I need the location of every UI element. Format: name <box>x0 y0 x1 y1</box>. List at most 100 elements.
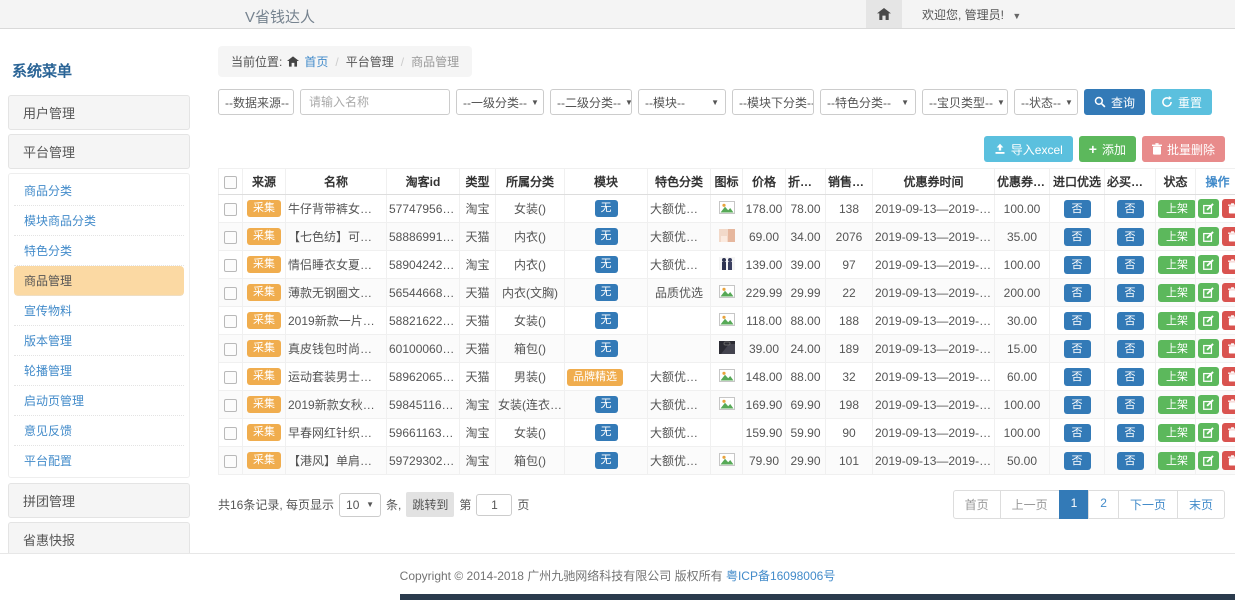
row-checkbox[interactable] <box>224 455 237 468</box>
sidebar-group[interactable]: 平台管理 <box>8 134 190 169</box>
status-button[interactable]: 上架 <box>1158 228 1196 246</box>
status-button[interactable]: 上架 <box>1158 452 1196 470</box>
level1-category-select[interactable]: --一级分类--▼ <box>456 89 544 115</box>
select-all-checkbox[interactable] <box>224 176 237 189</box>
import-select-toggle[interactable]: 否 <box>1064 228 1091 246</box>
status-button[interactable]: 上架 <box>1158 396 1196 414</box>
row-checkbox[interactable] <box>224 343 237 356</box>
page-button[interactable]: 2 <box>1088 490 1119 519</box>
jump-button[interactable]: 跳转到 <box>406 492 454 517</box>
data-source-select[interactable]: --数据来源--▼ <box>218 89 294 115</box>
import-select-toggle[interactable]: 否 <box>1064 200 1091 218</box>
page-button[interactable]: 1 <box>1059 490 1090 519</box>
reset-button[interactable]: 重置 <box>1151 89 1212 115</box>
import-select-toggle[interactable]: 否 <box>1064 452 1091 470</box>
must-buy-toggle[interactable]: 否 <box>1117 256 1144 274</box>
must-buy-toggle[interactable]: 否 <box>1117 340 1144 358</box>
import-select-toggle[interactable]: 否 <box>1064 312 1091 330</box>
row-checkbox[interactable] <box>224 203 237 216</box>
delete-button[interactable] <box>1222 395 1235 414</box>
search-button[interactable]: 查询 <box>1084 89 1145 115</box>
row-checkbox[interactable] <box>224 231 237 244</box>
import-select-toggle[interactable]: 否 <box>1064 256 1091 274</box>
item-type-select[interactable]: --宝贝类型--▼ <box>922 89 1008 115</box>
row-checkbox[interactable] <box>224 315 237 328</box>
breadcrumb-home-link[interactable]: 首页 <box>304 53 328 70</box>
page-button[interactable]: 上一页 <box>1000 490 1060 519</box>
edit-button[interactable] <box>1198 423 1219 442</box>
delete-button[interactable] <box>1222 199 1235 218</box>
sidebar-group[interactable]: 拼团管理 <box>8 483 190 518</box>
page-button[interactable]: 首页 <box>953 490 1001 519</box>
status-button[interactable]: 上架 <box>1158 424 1196 442</box>
edit-button[interactable] <box>1198 199 1219 218</box>
import-select-toggle[interactable]: 否 <box>1064 368 1091 386</box>
sidebar-subitem[interactable]: 模块商品分类 <box>14 206 184 236</box>
sidebar-subitem[interactable]: 版本管理 <box>14 326 184 356</box>
status-button[interactable]: 上架 <box>1158 284 1196 302</box>
module-subcategory-select[interactable]: --模块下分类--▼ <box>732 89 814 115</box>
sidebar-subitem[interactable]: 平台配置 <box>14 446 184 475</box>
delete-button[interactable] <box>1222 451 1235 470</box>
sidebar-subitem[interactable]: 启动页管理 <box>14 386 184 416</box>
status-button[interactable]: 上架 <box>1158 312 1196 330</box>
row-checkbox[interactable] <box>224 399 237 412</box>
page-size-select[interactable]: 10 ▼ <box>339 493 381 517</box>
jump-page-input[interactable] <box>476 494 512 516</box>
batch-delete-button[interactable]: 批量删除 <box>1142 136 1225 162</box>
delete-button[interactable] <box>1222 283 1235 302</box>
delete-button[interactable] <box>1222 311 1235 330</box>
sidebar-subitem[interactable]: 宣传物料 <box>14 296 184 326</box>
sidebar-subitem[interactable]: 商品管理 <box>14 266 184 296</box>
edit-button[interactable] <box>1198 367 1219 386</box>
delete-button[interactable] <box>1222 227 1235 246</box>
edit-button[interactable] <box>1198 451 1219 470</box>
page-button[interactable]: 末页 <box>1177 490 1225 519</box>
must-buy-toggle[interactable]: 否 <box>1117 284 1144 302</box>
sidebar-subitem[interactable]: 商品分类 <box>14 176 184 206</box>
sidebar-subitem[interactable]: 意见反馈 <box>14 416 184 446</box>
delete-button[interactable] <box>1222 423 1235 442</box>
import-select-toggle[interactable]: 否 <box>1064 340 1091 358</box>
edit-button[interactable] <box>1198 255 1219 274</box>
delete-button[interactable] <box>1222 255 1235 274</box>
sidebar-group[interactable]: 省惠快报 <box>8 522 190 557</box>
icp-link[interactable]: 粤ICP备16098006号 <box>726 569 835 583</box>
must-buy-toggle[interactable]: 否 <box>1117 452 1144 470</box>
delete-button[interactable] <box>1222 339 1235 358</box>
status-button[interactable]: 上架 <box>1158 256 1196 274</box>
import-select-toggle[interactable]: 否 <box>1064 424 1091 442</box>
page-button[interactable]: 下一页 <box>1118 490 1178 519</box>
status-button[interactable]: 上架 <box>1158 368 1196 386</box>
row-checkbox[interactable] <box>224 259 237 272</box>
edit-button[interactable] <box>1198 227 1219 246</box>
row-checkbox[interactable] <box>224 287 237 300</box>
delete-button[interactable] <box>1222 367 1235 386</box>
must-buy-toggle[interactable]: 否 <box>1117 396 1144 414</box>
edit-button[interactable] <box>1198 311 1219 330</box>
module-select[interactable]: --模块--▼ <box>638 89 726 115</box>
sidebar-subitem[interactable]: 特色分类 <box>14 236 184 266</box>
row-checkbox[interactable] <box>224 427 237 440</box>
import-select-toggle[interactable]: 否 <box>1064 396 1091 414</box>
edit-button[interactable] <box>1198 339 1219 358</box>
name-search-input[interactable] <box>300 89 450 115</box>
home-button[interactable] <box>866 0 902 28</box>
status-button[interactable]: 上架 <box>1158 200 1196 218</box>
must-buy-toggle[interactable]: 否 <box>1117 200 1144 218</box>
must-buy-toggle[interactable]: 否 <box>1117 228 1144 246</box>
must-buy-toggle[interactable]: 否 <box>1117 312 1144 330</box>
user-menu[interactable]: 欢迎您, 管理员! ▼ <box>922 6 1021 23</box>
add-button[interactable]: + 添加 <box>1079 136 1136 162</box>
breadcrumb-item[interactable]: 平台管理 <box>346 53 394 70</box>
import-select-toggle[interactable]: 否 <box>1064 284 1091 302</box>
level2-category-select[interactable]: --二级分类--▼ <box>550 89 632 115</box>
edit-button[interactable] <box>1198 283 1219 302</box>
row-checkbox[interactable] <box>224 371 237 384</box>
must-buy-toggle[interactable]: 否 <box>1117 368 1144 386</box>
status-select[interactable]: --状态--▼ <box>1014 89 1078 115</box>
sidebar-subitem[interactable]: 轮播管理 <box>14 356 184 386</box>
must-buy-toggle[interactable]: 否 <box>1117 424 1144 442</box>
status-button[interactable]: 上架 <box>1158 340 1196 358</box>
import-excel-button[interactable]: 导入excel <box>984 136 1073 162</box>
